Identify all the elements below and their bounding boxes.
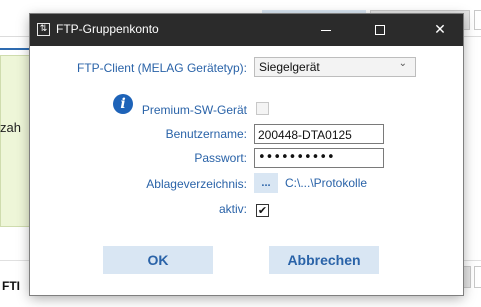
checkmark-icon: ✔ [257,204,268,217]
background-section-label: FTI [2,279,20,293]
ok-button[interactable]: OK [103,246,213,274]
background-accent-line [0,48,30,50]
chevron-down-icon: ⌄ [398,58,407,69]
aktiv-checkbox[interactable]: ✔ [256,204,269,217]
app-transfer-icon: ⇅ [37,23,50,36]
premium-label: Premium-SW-Gerät [141,103,247,117]
directory-label: Ablageverzeichnis: [146,177,247,191]
premium-checkbox [256,102,269,115]
browse-directory-button[interactable]: ... [254,173,278,193]
aktiv-label: aktiv: [218,202,247,216]
password-label: Passwort: [194,151,247,165]
info-icon[interactable]: i [113,94,133,114]
username-field[interactable] [254,124,384,144]
close-button[interactable]: ✕ [417,14,463,46]
background-partial-text: zah [0,120,21,135]
directory-path: C:\...\Protokolle [285,176,368,190]
cancel-button[interactable]: Abbrechen [269,246,379,274]
ftp-client-selected-value: Siegelgerät [259,60,320,74]
close-icon: ✕ [434,22,446,38]
dialog-content: FTP-Client (MELAG Gerätetyp): Siegelgerä… [30,46,463,295]
password-field[interactable]: •••••••••• [254,148,384,168]
ftp-client-label: FTP-Client (MELAG Gerätetyp): [76,61,247,75]
ftp-client-select[interactable]: Siegelgerät ⌄ [254,57,416,77]
username-label: Benutzername: [165,127,247,141]
background-toolbar-button [474,10,481,30]
title-bar[interactable]: ⇅ FTP-Gruppenkonto ✕ [30,14,463,46]
background-panel [0,55,30,227]
background-button [474,266,481,288]
maximize-button[interactable] [357,14,403,46]
ftp-account-dialog: ⇅ FTP-Gruppenkonto ✕ FTP-Client (MELAG G… [30,14,463,295]
minimize-button[interactable] [303,14,349,46]
minimize-icon [321,29,331,31]
dialog-title: FTP-Gruppenkonto [56,22,159,36]
maximize-icon [375,25,385,35]
